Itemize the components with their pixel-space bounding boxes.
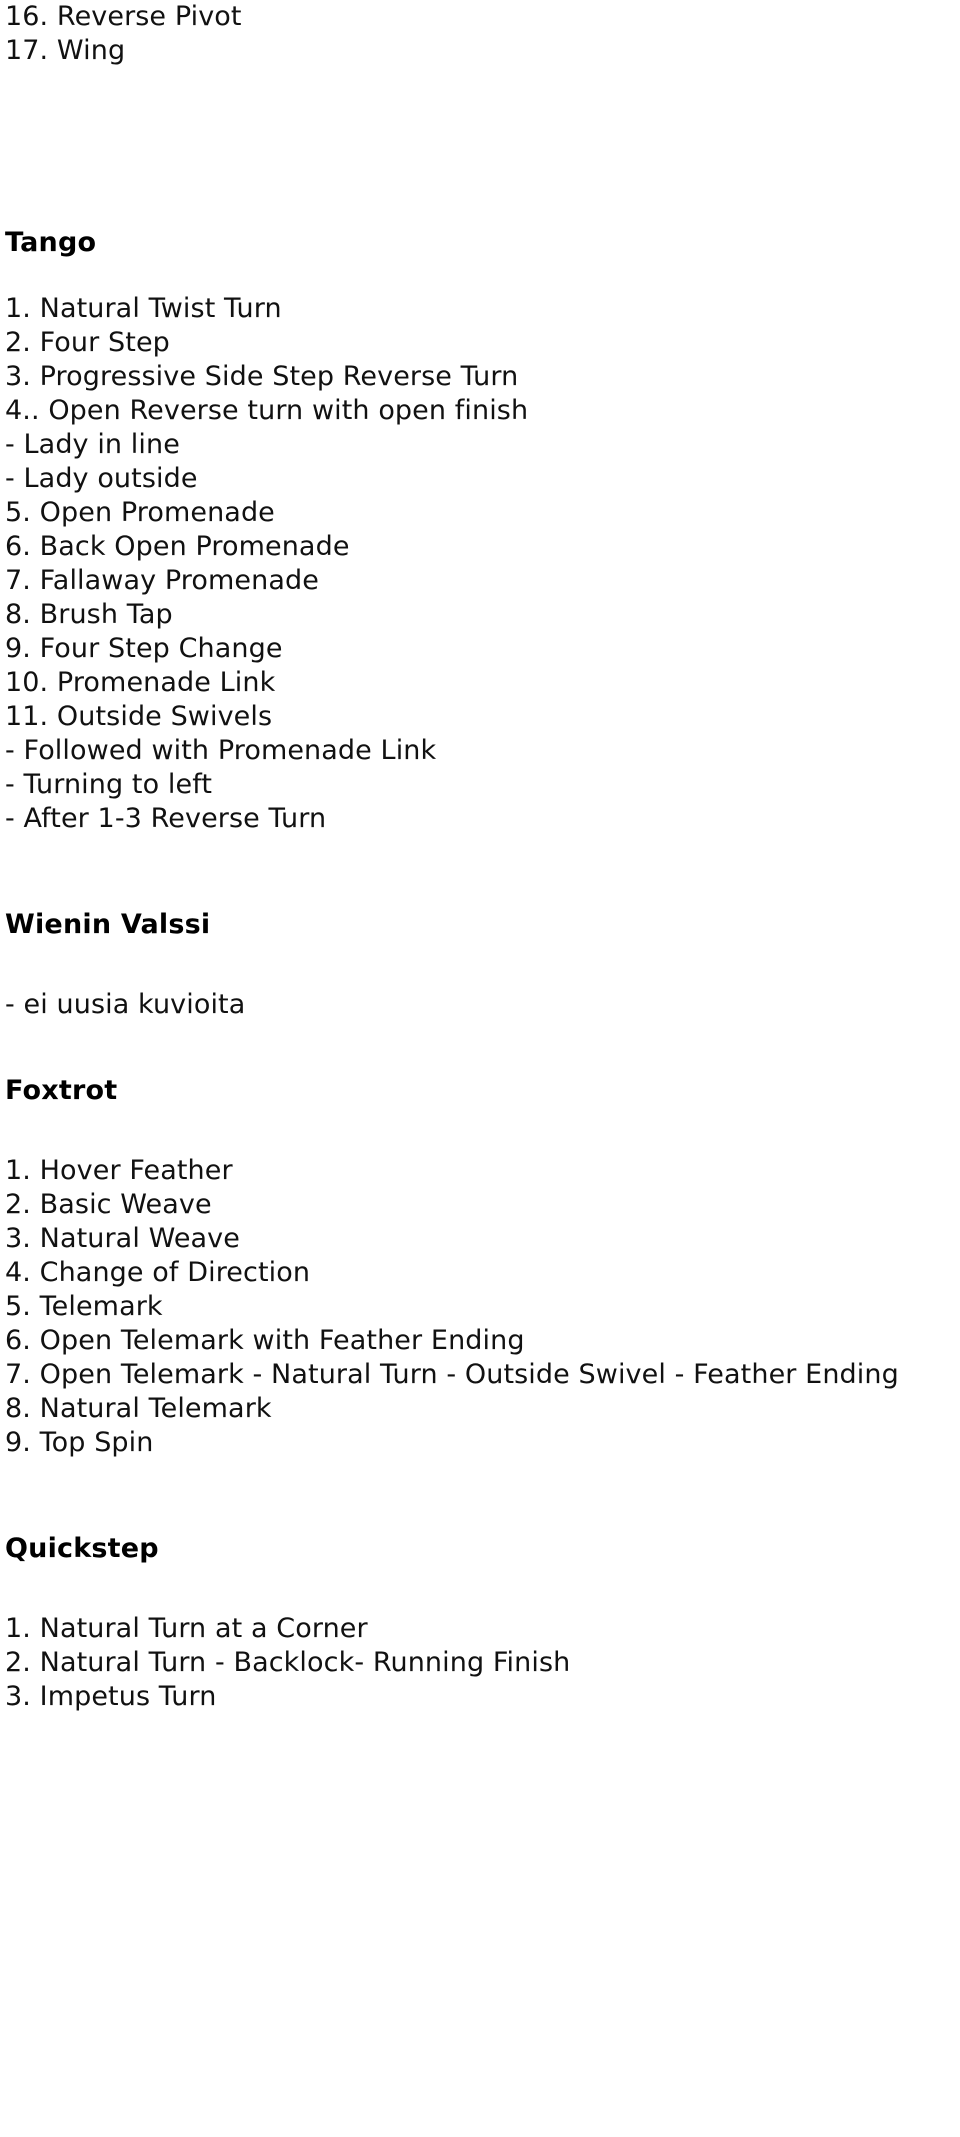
list-subitem: - Lady outside — [5, 463, 198, 494]
list-item: 9. Top Spin — [5, 1427, 154, 1458]
list-item: 5. Open Promenade — [5, 497, 275, 528]
section-list-foxtrot: 1. Hover Feather 2. Basic Weave 3. Natur… — [5, 1154, 955, 1460]
continued-list: 16. Reverse Pivot 17. Wing — [5, 0, 955, 68]
document-body: 16. Reverse Pivot 17. Wing Tango 1. Natu… — [5, 0, 955, 1714]
list-item: 9. Four Step Change — [5, 633, 283, 664]
list-item: 2. Four Step — [5, 327, 170, 358]
list-item: 6. Open Telemark with Feather Ending — [5, 1325, 525, 1356]
list-item: 8. Natural Telemark — [5, 1393, 272, 1424]
list-subitem: - After 1-3 Reverse Turn — [5, 803, 327, 834]
section-list-wienin-valssi: - ei uusia kuvioita — [5, 988, 955, 1022]
section-quickstep: Quickstep 1. Natural Turn at a Corner 2.… — [5, 1532, 955, 1714]
list-subitem: - Lady in line — [5, 429, 180, 460]
list-item: 2. Natural Turn - Backlock- Running Fini… — [5, 1647, 571, 1678]
section-list-tango: 1. Natural Twist Turn 2. Four Step 3. Pr… — [5, 292, 955, 836]
list-item: 1. Hover Feather — [5, 1155, 233, 1186]
list-item: 1. Natural Turn at a Corner — [5, 1613, 368, 1644]
section-heading-tango: Tango — [5, 227, 97, 258]
section-list-quickstep: 1. Natural Turn at a Corner 2. Natural T… — [5, 1612, 955, 1714]
list-item: 7. Open Telemark - Natural Turn - Outsid… — [5, 1359, 899, 1390]
list-item: 5. Telemark — [5, 1291, 163, 1322]
list-item: 17. Wing — [5, 35, 126, 66]
list-item: 16. Reverse Pivot — [5, 1, 242, 32]
section-heading-foxtrot: Foxtrot — [5, 1075, 118, 1106]
list-item: 11. Outside Swivels — [5, 701, 273, 732]
document-page: 16. Reverse Pivot 17. Wing Tango 1. Natu… — [0, 0, 960, 2137]
section-heading-quickstep: Quickstep — [5, 1533, 159, 1564]
list-item: 10. Promenade Link — [5, 667, 276, 698]
list-item: 6. Back Open Promenade — [5, 531, 350, 562]
list-item: 4. Change of Direction — [5, 1257, 311, 1288]
list-item: 3. Progressive Side Step Reverse Turn — [5, 361, 519, 392]
section-wienin-valssi: Wienin Valssi - ei uusia kuvioita — [5, 908, 955, 1022]
list-item: 3. Impetus Turn — [5, 1681, 217, 1712]
list-item: 4.. Open Reverse turn with open finish — [5, 395, 529, 426]
list-subitem: - Turning to left — [5, 769, 213, 800]
section-foxtrot: Foxtrot 1. Hover Feather 2. Basic Weave … — [5, 1074, 955, 1460]
list-subitem: - Followed with Promenade Link — [5, 735, 437, 766]
list-item: 1. Natural Twist Turn — [5, 293, 282, 324]
list-item: 7. Fallaway Promenade — [5, 565, 319, 596]
list-item: 2. Basic Weave — [5, 1189, 212, 1220]
section-heading-wienin-valssi: Wienin Valssi — [5, 909, 211, 940]
list-item: 3. Natural Weave — [5, 1223, 240, 1254]
section-tango: Tango 1. Natural Twist Turn 2. Four Step… — [5, 226, 955, 836]
list-subitem: - ei uusia kuvioita — [5, 989, 246, 1020]
list-item: 8. Brush Tap — [5, 599, 173, 630]
